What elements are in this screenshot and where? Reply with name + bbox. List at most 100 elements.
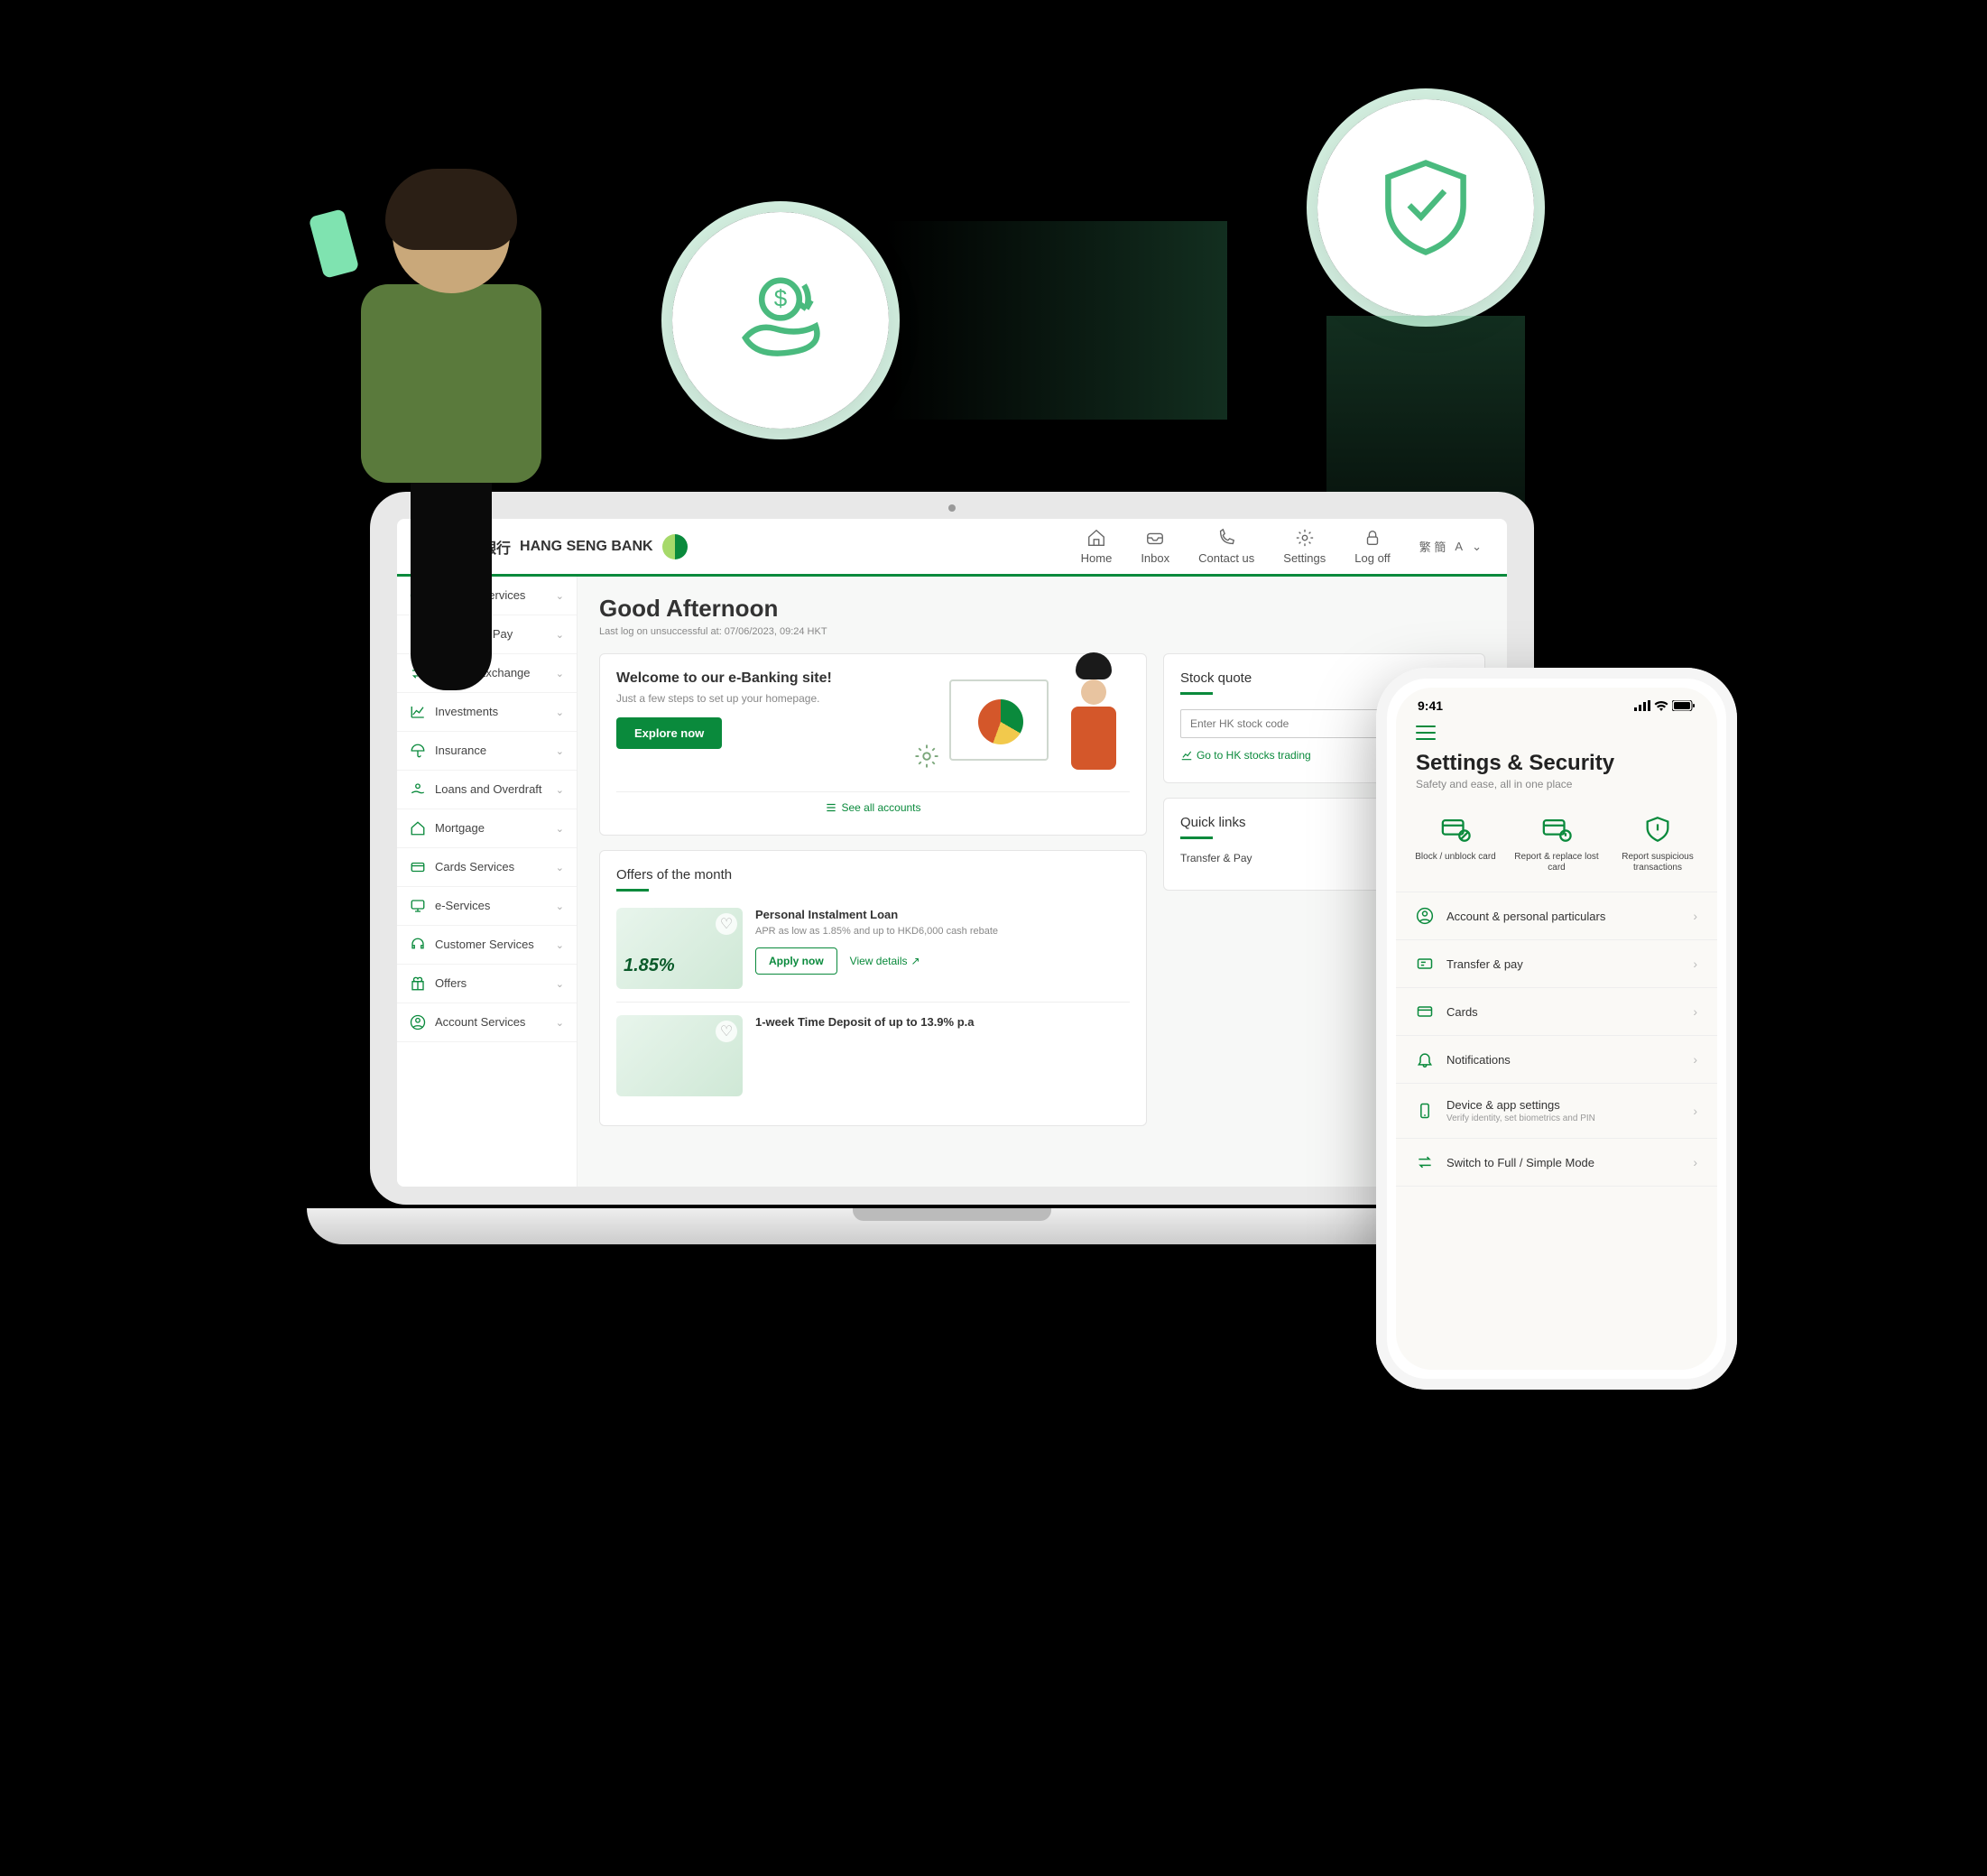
transfer-icon xyxy=(1416,955,1434,973)
chevron-down-icon: ⌄ xyxy=(556,823,564,835)
chevron-down-icon: ⌄ xyxy=(556,862,564,873)
action-report-lost[interactable]: Report & replace lost card xyxy=(1506,814,1607,873)
explore-now-button[interactable]: Explore now xyxy=(616,717,722,749)
chevron-right-icon: › xyxy=(1693,1052,1697,1067)
bell-icon xyxy=(1416,1050,1434,1068)
inbox-icon xyxy=(1145,528,1165,548)
rate-badge: 1.85% xyxy=(624,956,675,976)
sidebar-item-account-services-2[interactable]: Account Services⌄ xyxy=(397,1003,577,1042)
external-link-icon: ↗ xyxy=(911,955,920,967)
welcome-card: Welcome to our e-Banking site! Just a fe… xyxy=(599,653,1147,836)
list-icon xyxy=(825,801,837,814)
setting-notifications[interactable]: Notifications › xyxy=(1396,1036,1717,1084)
house-icon xyxy=(410,820,426,836)
setting-transfer-pay[interactable]: Transfer & pay › xyxy=(1396,940,1717,988)
chevron-down-icon: ⌄ xyxy=(556,1017,564,1029)
sidebar-item-loans[interactable]: Loans and Overdraft⌄ xyxy=(397,771,577,809)
apply-now-button[interactable]: Apply now xyxy=(755,947,837,975)
chevron-down-icon: ⌄ xyxy=(556,784,564,796)
nav-home[interactable]: Home xyxy=(1081,528,1113,565)
shield-check-icon xyxy=(1317,99,1534,316)
monitor-icon xyxy=(410,898,426,914)
nav-inbox[interactable]: Inbox xyxy=(1141,528,1169,565)
home-icon xyxy=(1086,528,1106,548)
greeting-title: Good Afternoon xyxy=(599,595,1485,623)
loan-badge-icon: $ xyxy=(672,212,889,429)
hand-coin-icon xyxy=(410,781,426,798)
svg-text:$: $ xyxy=(774,284,788,311)
battery-icon xyxy=(1672,700,1696,711)
nav-settings[interactable]: Settings xyxy=(1283,528,1326,565)
last-logon-text: Last log on unsuccessful at: 07/06/2023,… xyxy=(599,626,1485,637)
gear-icon xyxy=(1295,528,1315,548)
offer-title: Personal Instalment Loan xyxy=(755,908,998,921)
chevron-down-icon: ⌄ xyxy=(556,978,564,990)
person-circle-icon xyxy=(410,1014,426,1030)
chevron-right-icon: › xyxy=(1693,956,1697,971)
wifi-icon xyxy=(1654,700,1668,711)
font-size-control[interactable]: A xyxy=(1455,540,1463,553)
action-block-card[interactable]: Block / unblock card xyxy=(1405,814,1506,873)
stocks-trading-link[interactable]: Go to HK stocks trading xyxy=(1180,749,1311,762)
phone-mockup: 9:41 Settings & Security Safety and ease… xyxy=(1376,668,1737,1390)
sidebar-item-eservices[interactable]: e-Services⌄ xyxy=(397,887,577,926)
language-switcher[interactable]: 繁 簡 A ⌄ xyxy=(1419,538,1482,555)
nav-logoff[interactable]: Log off xyxy=(1354,528,1391,565)
welcome-illustration xyxy=(848,670,1130,779)
setting-account-particulars[interactable]: Account & personal particulars › xyxy=(1396,892,1717,940)
offer-title: 1-week Time Deposit of up to 13.9% p.a xyxy=(755,1015,975,1029)
offers-title: Offers of the month xyxy=(616,867,1130,892)
favorite-button[interactable]: ♡ xyxy=(716,1021,737,1042)
phone-page-title: Settings & Security xyxy=(1396,745,1717,778)
chevron-right-icon: › xyxy=(1693,909,1697,923)
anniversary-badge-icon xyxy=(662,534,688,559)
phone-icon xyxy=(1216,528,1236,548)
setting-device-app[interactable]: Device & app settingsVerify identity, se… xyxy=(1396,1084,1717,1139)
setting-cards[interactable]: Cards › xyxy=(1396,988,1717,1036)
phone-page-subtitle: Safety and ease, all in one place xyxy=(1396,778,1717,807)
setting-switch-mode[interactable]: Switch to Full / Simple Mode › xyxy=(1396,1139,1717,1187)
sidebar-item-offers[interactable]: Offers⌄ xyxy=(397,965,577,1003)
chevron-right-icon: › xyxy=(1693,1155,1697,1169)
chevron-down-icon: ⌄ xyxy=(556,939,564,951)
credit-card-icon xyxy=(410,859,426,875)
chevron-down-icon: ⌄ xyxy=(556,901,564,912)
offer-description: APR as low as 1.85% and up to HKD6,000 c… xyxy=(755,925,998,938)
sidebar-item-mortgage[interactable]: Mortgage⌄ xyxy=(397,809,577,848)
offer-thumbnail: ♡ 1.85% xyxy=(616,908,743,989)
character-illustration xyxy=(307,176,596,762)
favorite-button[interactable]: ♡ xyxy=(716,913,737,935)
chevron-right-icon: › xyxy=(1693,1104,1697,1118)
credit-card-icon xyxy=(1416,1003,1434,1021)
offer-thumbnail: ♡ xyxy=(616,1015,743,1096)
gear-icon xyxy=(913,743,940,770)
welcome-title: Welcome to our e-Banking site! xyxy=(616,670,832,687)
chevron-right-icon: › xyxy=(1693,1004,1697,1019)
nav-contact[interactable]: Contact us xyxy=(1198,528,1254,565)
switch-icon xyxy=(1416,1153,1434,1171)
offers-card: Offers of the month ♡ 1.85% Personal Ins… xyxy=(599,850,1147,1126)
chart-line-icon xyxy=(1180,749,1193,762)
view-details-link[interactable]: View details ↗ xyxy=(850,955,920,967)
welcome-subtitle: Just a few steps to set up your homepage… xyxy=(616,692,832,705)
gift-icon xyxy=(410,975,426,992)
decorative-trail-loan xyxy=(884,221,1227,420)
chevron-down-icon: ⌄ xyxy=(1472,540,1482,554)
phone-status-bar: 9:41 xyxy=(1396,688,1717,716)
headset-icon xyxy=(410,937,426,953)
action-report-suspicious[interactable]: Report suspicious transactions xyxy=(1607,814,1708,873)
device-icon xyxy=(1416,1102,1434,1120)
offer-item-1: ♡ 1.85% Personal Instalment Loan APR as … xyxy=(616,895,1130,1002)
sidebar-item-customer-services[interactable]: Customer Services⌄ xyxy=(397,926,577,965)
menu-button[interactable] xyxy=(1416,725,1436,740)
card-block-icon xyxy=(1440,814,1471,845)
shield-alert-icon xyxy=(1642,814,1673,845)
lock-icon xyxy=(1363,528,1382,548)
see-all-accounts-link[interactable]: See all accounts xyxy=(825,801,920,814)
person-circle-icon xyxy=(1416,907,1434,925)
card-lost-icon xyxy=(1541,814,1572,845)
signal-icon xyxy=(1634,700,1650,711)
offer-item-2: ♡ 1-week Time Deposit of up to 13.9% p.a xyxy=(616,1002,1130,1109)
status-time: 9:41 xyxy=(1418,698,1443,713)
sidebar-item-cards[interactable]: Cards Services⌄ xyxy=(397,848,577,887)
